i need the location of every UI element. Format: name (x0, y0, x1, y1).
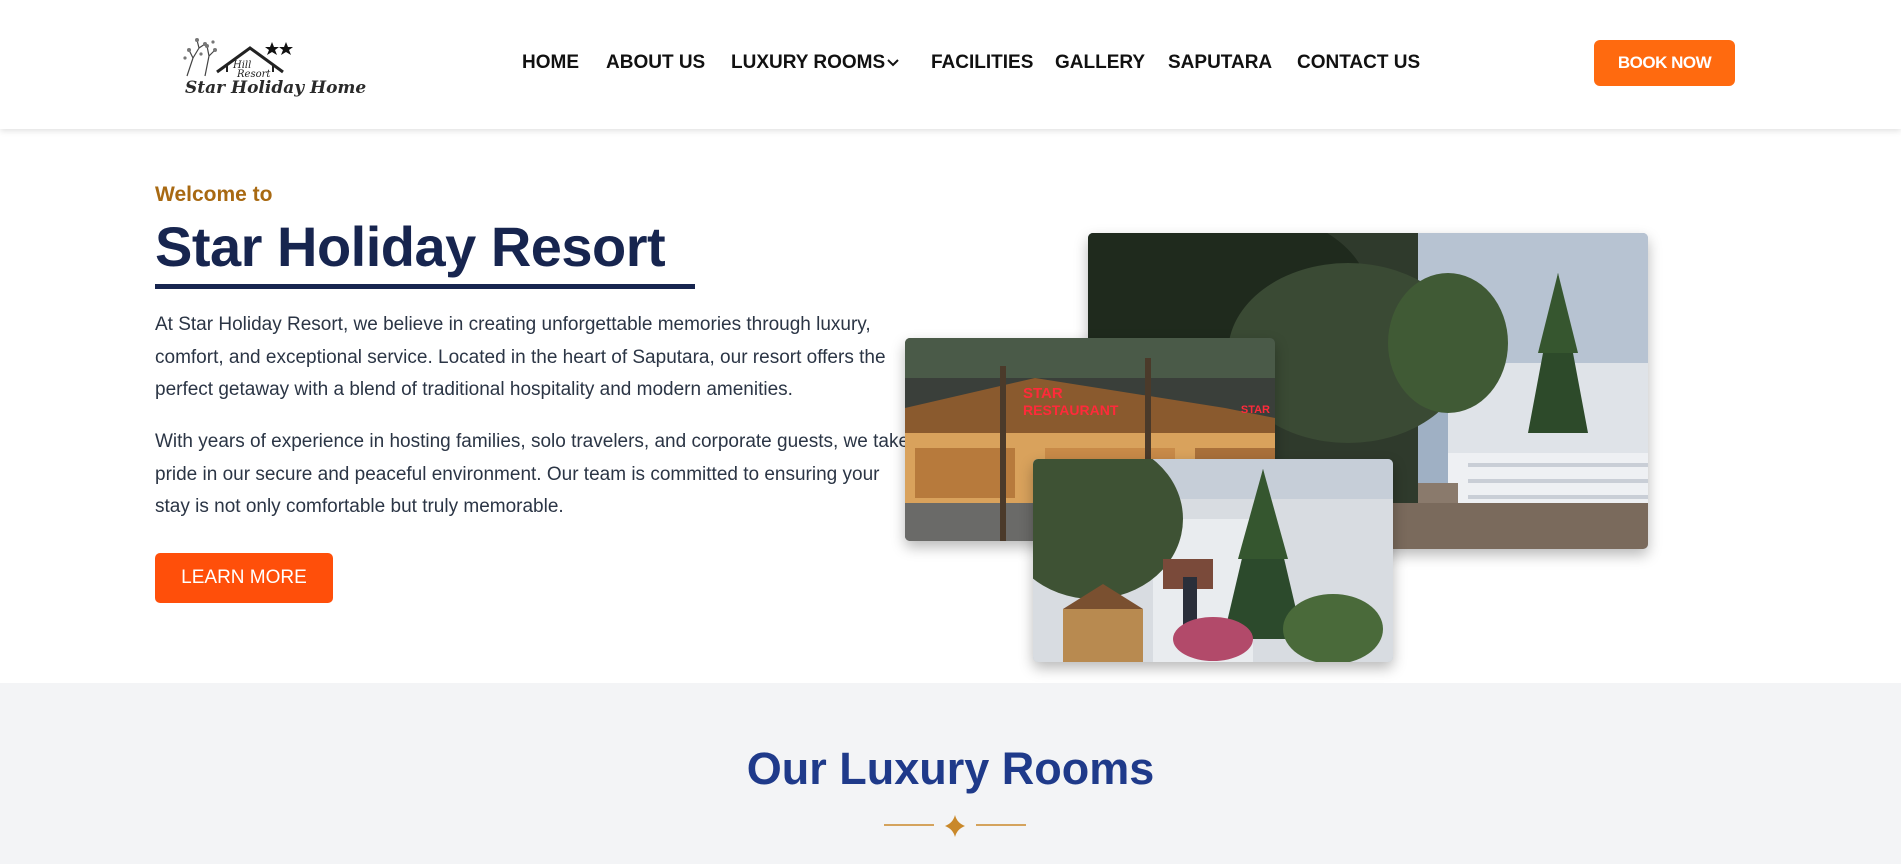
learn-more-button[interactable]: LEARN MORE (155, 553, 333, 603)
nav-contact-us[interactable]: CONTACT US (1297, 52, 1420, 74)
nav-gallery[interactable]: GALLERY (1055, 52, 1145, 74)
entrance-photo (1033, 459, 1393, 662)
intro-paragraph: At Star Holiday Resort, we believe in cr… (155, 314, 886, 400)
nav-about-us[interactable]: ABOUT US (606, 52, 705, 74)
nav-saputara[interactable]: SAPUTARA (1168, 52, 1272, 74)
site-header: Hill Resort Star Holiday Home HOME ABOUT… (0, 0, 1901, 129)
book-now-button[interactable]: BOOK NOW (1594, 40, 1735, 86)
luxury-rooms-section: Our Luxury Rooms (0, 683, 1901, 864)
experience-paragraph: With years of experience in hosting fami… (155, 431, 910, 517)
page-title: Star Holiday Resort (155, 215, 666, 278)
nav-luxury-rooms[interactable]: LUXURY ROOMS (731, 52, 885, 74)
welcome-eyebrow: Welcome to (155, 183, 273, 206)
sparkle-divider-icon (884, 815, 1026, 837)
sign-star-text: STAR (1023, 385, 1063, 402)
nav-home[interactable]: HOME (522, 52, 579, 74)
section-title: Our Luxury Rooms (746, 743, 1155, 794)
chevron-down-icon[interactable] (886, 56, 900, 70)
title-underline (155, 284, 695, 289)
sign-star-text-2: STAR (1241, 404, 1270, 416)
site-logo[interactable]: Hill Resort Star Holiday Home (175, 28, 366, 103)
nav-facilities[interactable]: FACILITIES (931, 52, 1033, 74)
logo-name: Star Holiday Home (185, 78, 367, 98)
sign-restaurant-text: RESTAURANT (1023, 402, 1119, 418)
